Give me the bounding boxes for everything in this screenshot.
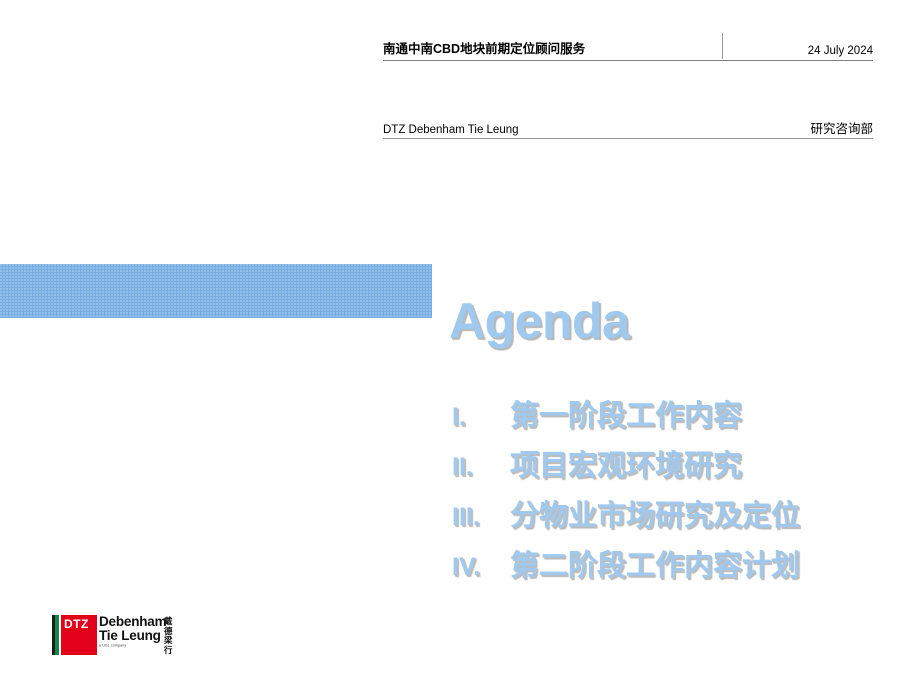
agenda-item-label: 分物业市场研究及定位: [510, 500, 801, 532]
agenda-item-label: 第一阶段工作内容: [510, 400, 743, 432]
logo-red-block: DTZ: [61, 615, 97, 655]
logo-stripe-icon: [52, 615, 61, 655]
header-company-name: DTZ Debenham Tie Leung: [383, 124, 519, 136]
logo-mark-text: DTZ: [64, 617, 89, 631]
list-item[interactable]: I. 第一阶段工作内容: [452, 392, 882, 442]
logo-wordmark: Debenham Tie Leung a UGL company: [99, 614, 167, 659]
logo-tagline: a UGL company: [99, 643, 127, 648]
header-date: 24 July 2024: [807, 45, 873, 57]
slide-canvas: 南通中南CBD地块前期定位顾问服务 24 July 2024 DTZ Deben…: [0, 0, 920, 690]
list-item[interactable]: IV. 第二阶段工作内容计划: [452, 542, 882, 592]
logo-name-line-2: Tie Leung: [99, 628, 161, 643]
header-department: 研究咨询部: [810, 122, 873, 136]
agenda-item-label: 项目宏观环境研究: [510, 450, 743, 482]
agenda-list: I. 第一阶段工作内容 II. 项目宏观环境研究 III. 分物业市场研究及定位…: [452, 392, 882, 592]
list-item[interactable]: II. 项目宏观环境研究: [452, 442, 882, 492]
agenda-title: Agenda: [449, 293, 630, 349]
decorative-blue-banner: [0, 264, 432, 318]
logo-stripe-green: [55, 615, 59, 655]
header-top-row: 南通中南CBD地块前期定位顾问服务 24 July 2024: [383, 32, 873, 61]
agenda-item-numeral: I.: [452, 403, 466, 431]
agenda-item-numeral: III.: [452, 503, 480, 531]
agenda-item-numeral: II.: [452, 453, 473, 481]
slide-header: 南通中南CBD地块前期定位顾问服务 24 July 2024 DTZ Deben…: [383, 32, 873, 139]
list-item[interactable]: III. 分物业市场研究及定位: [452, 492, 882, 542]
agenda-item-numeral: IV.: [452, 553, 481, 581]
header-vertical-divider: [722, 33, 723, 59]
logo-name-line-1: Debenham: [99, 614, 167, 629]
dtz-logo: DTZ Debenham Tie Leung a UGL company 戴德梁…: [52, 615, 174, 659]
header-bottom-row: DTZ Debenham Tie Leung 研究咨询部: [383, 118, 873, 139]
page-title: 南通中南CBD地块前期定位顾问服务: [383, 42, 586, 56]
agenda-item-label: 第二阶段工作内容计划: [510, 550, 801, 582]
